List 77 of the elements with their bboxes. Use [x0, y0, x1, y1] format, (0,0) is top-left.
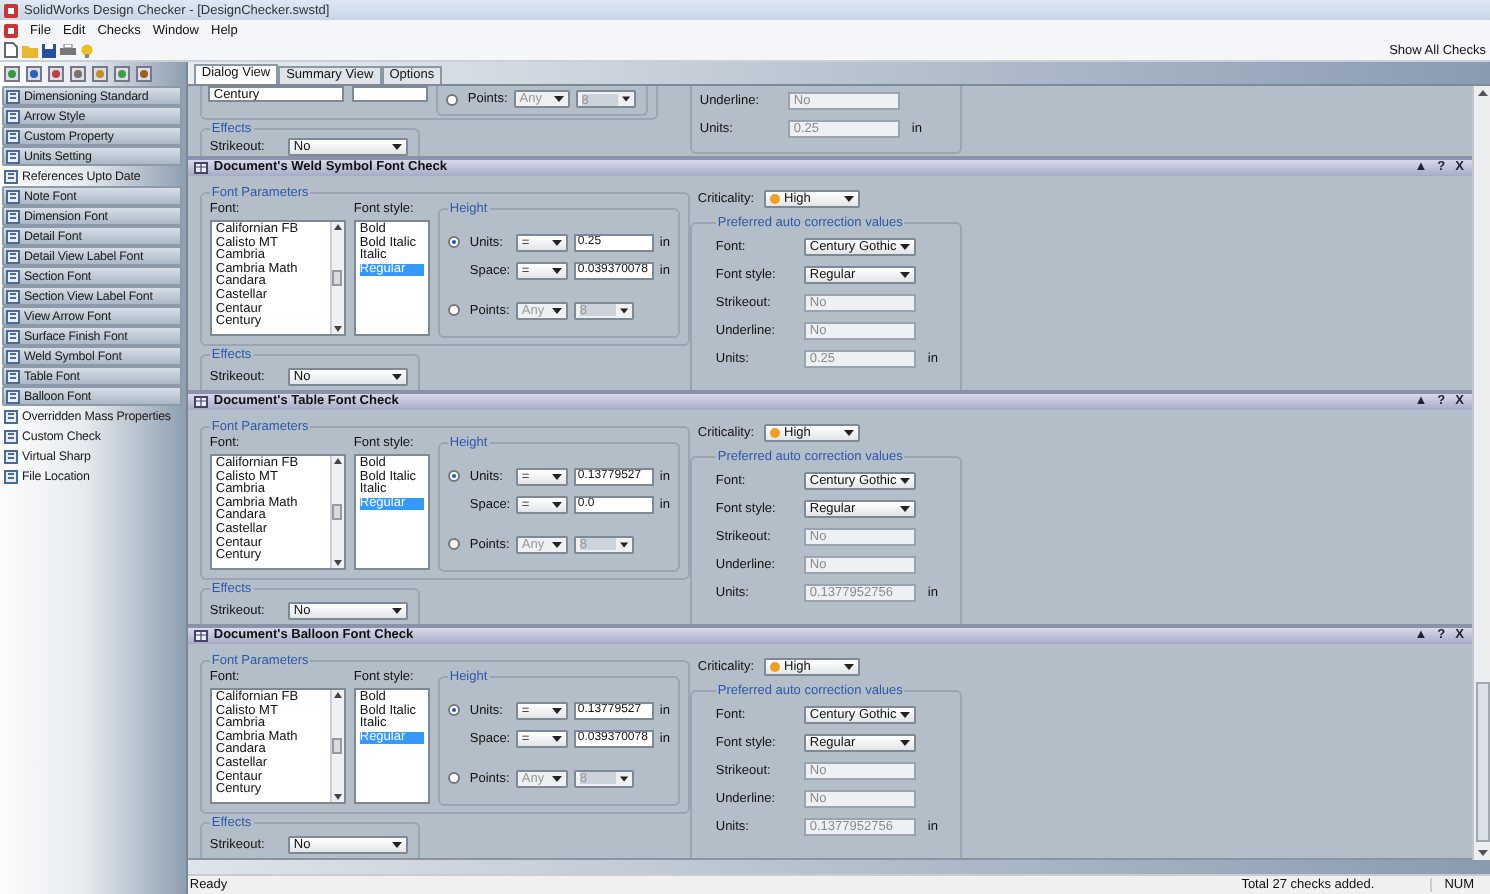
caret-icon: [551, 307, 562, 314]
scrollbar-thumb[interactable]: [332, 737, 343, 754]
caret-icon: [621, 96, 630, 103]
tool-icon[interactable]: [136, 66, 152, 82]
scrollbar-thumb[interactable]: [332, 269, 343, 286]
printer-icon[interactable]: [60, 43, 76, 57]
caret-icon: [551, 735, 562, 742]
caret-icon: [619, 307, 628, 314]
tool-icon[interactable]: [26, 66, 42, 82]
caret-icon: [899, 477, 910, 484]
dot-icon: [770, 428, 781, 439]
caret-icon: [391, 607, 402, 614]
caret-icon: [899, 739, 910, 746]
tool-icon: [4, 449, 18, 463]
scroll-up-icon[interactable]: [333, 223, 342, 230]
tool-icon: [6, 109, 20, 123]
check-icon: [193, 629, 208, 642]
tool-icon: [6, 89, 20, 103]
radio-button[interactable]: [447, 236, 460, 249]
tool-icon: [6, 329, 20, 343]
check-icon: [193, 395, 208, 408]
tool-icon: [6, 229, 20, 243]
tool-icon: [6, 149, 20, 163]
scroll-down-icon[interactable]: [1477, 850, 1487, 856]
tool-icon: [4, 469, 18, 483]
scroll-down-icon[interactable]: [333, 793, 342, 800]
tool-icon: [4, 409, 18, 423]
tool-icon: [6, 129, 20, 143]
tool-icon[interactable]: [114, 66, 130, 82]
tool-icon: [6, 209, 20, 223]
caret-icon: [551, 541, 562, 548]
caret-icon: [551, 473, 562, 480]
tool-icon: [6, 289, 20, 303]
caret-icon: [844, 664, 855, 671]
dot-icon: [770, 194, 781, 205]
caret-icon: [551, 239, 562, 246]
scroll-down-icon[interactable]: [333, 559, 342, 566]
radio-button[interactable]: [447, 704, 460, 717]
scroll-up-icon[interactable]: [333, 691, 342, 698]
scroll-down-icon[interactable]: [333, 325, 342, 332]
caret-icon: [391, 373, 402, 380]
caret-icon: [391, 841, 402, 848]
tool-icon: [6, 309, 20, 323]
tool-icon[interactable]: [4, 66, 20, 82]
tool-icon: [6, 189, 20, 203]
caret-icon: [899, 271, 910, 278]
caret-icon: [553, 96, 564, 103]
scroll-up-icon[interactable]: [333, 457, 342, 464]
tool-icon[interactable]: [92, 66, 108, 82]
tool-icon: [6, 269, 20, 283]
caret-icon: [551, 501, 562, 508]
caret-icon: [619, 541, 628, 548]
tool-icon: [6, 249, 20, 263]
tool-icon: [6, 389, 20, 403]
caret-icon: [551, 707, 562, 714]
radio-button[interactable]: [447, 470, 460, 483]
caret-icon: [844, 196, 855, 203]
caret-icon: [391, 143, 402, 150]
page-icon[interactable]: [4, 42, 18, 58]
tool-icon: [4, 429, 18, 443]
tool-icon: [4, 169, 18, 183]
scrollbar-thumb[interactable]: [1475, 682, 1489, 842]
scrollbar-thumb[interactable]: [332, 503, 343, 520]
caret-icon: [844, 430, 855, 437]
check-icon: [193, 161, 208, 174]
caret-icon: [551, 267, 562, 274]
caret-icon: [551, 775, 562, 782]
caret-icon: [899, 711, 910, 718]
tool-icon: [6, 349, 20, 363]
caret-icon: [899, 243, 910, 250]
tool-icon[interactable]: [70, 66, 86, 82]
caret-icon: [899, 505, 910, 512]
bulb-icon[interactable]: [80, 43, 94, 57]
dot-icon: [770, 662, 781, 673]
tool-icon[interactable]: [48, 66, 64, 82]
tool-icon: [6, 369, 20, 383]
caret-icon: [619, 775, 628, 782]
